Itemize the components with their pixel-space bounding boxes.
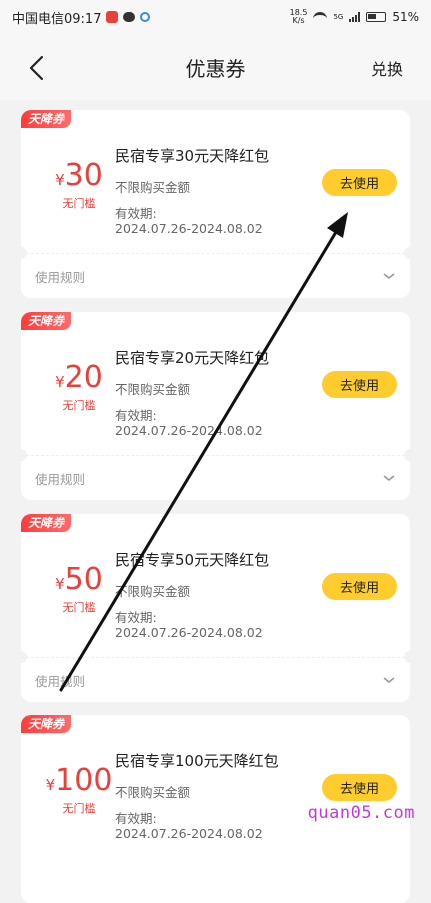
coupon-tag: 天降券 bbox=[21, 715, 72, 733]
coupon-main: 天降券 ¥50 无门槛 民宿专享50元天降红包 不限购买金额 有效期: 2024… bbox=[21, 514, 410, 657]
coupon-card: 天降券 ¥50 无门槛 民宿专享50元天降红包 不限购买金额 有效期: 2024… bbox=[21, 514, 410, 702]
usage-rules-toggle[interactable]: 使用规则 bbox=[21, 660, 410, 700]
amount-value: 100 bbox=[55, 763, 113, 798]
coupon-condition: 不限购买金额 bbox=[115, 382, 191, 397]
coupon-main: 天降券 ¥100 无门槛 民宿专享100元天降红包 不限购买金额 有效期: 20… bbox=[21, 715, 410, 858]
coupon-title: 民宿专享50元天降红包 bbox=[115, 551, 270, 569]
battery-icon bbox=[366, 12, 387, 22]
valid-label: 有效期: bbox=[115, 408, 157, 423]
usage-rules-toggle[interactable]: 使用规则 bbox=[21, 256, 410, 296]
usage-rules-label: 使用规则 bbox=[35, 471, 86, 487]
status-left: 中国电信09:17 bbox=[12, 8, 151, 27]
currency-symbol: ¥ bbox=[55, 171, 65, 189]
coupon-title: 民宿专享100元天降红包 bbox=[115, 752, 279, 770]
coupon-main: 天降券 ¥20 无门槛 民宿专享20元天降红包 不限购买金额 有效期: 2024… bbox=[21, 312, 410, 455]
card-divider bbox=[21, 657, 410, 658]
coupon-main: 天降券 ¥30 无门槛 民宿专享30元天降红包 不限购买金额 有效期: 2024… bbox=[21, 110, 410, 253]
chat-notification-icon bbox=[123, 12, 136, 22]
currency-symbol: ¥ bbox=[55, 575, 65, 593]
amount-value: 50 bbox=[64, 562, 103, 597]
usage-rules-label: 使用规则 bbox=[35, 269, 86, 285]
coupon-tag: 天降券 bbox=[21, 514, 72, 532]
usage-rules-label: 使用规则 bbox=[35, 673, 86, 689]
coupon-card: 天降券 ¥20 无门槛 民宿专享20元天降红包 不限购买金额 有效期: 2024… bbox=[21, 312, 410, 500]
watermark: quan05.com bbox=[307, 803, 415, 823]
use-coupon-button[interactable]: 去使用 bbox=[322, 371, 397, 398]
carrier-time: 中国电信09:17 bbox=[12, 11, 102, 27]
network-gen: 5G bbox=[333, 13, 344, 21]
currency-symbol: ¥ bbox=[45, 776, 56, 794]
valid-label: 有效期: bbox=[115, 811, 157, 826]
coupon-condition: 不限购买金额 bbox=[115, 785, 191, 800]
valid-label: 有效期: bbox=[115, 610, 157, 625]
valid-range: 2024.07.26-2024.08.02 bbox=[115, 221, 263, 236]
valid-range: 2024.07.26-2024.08.02 bbox=[115, 826, 263, 841]
coupon-tag: 天降券 bbox=[21, 110, 72, 128]
battery-level: 51% bbox=[392, 10, 419, 24]
page-title: 优惠券 bbox=[185, 56, 246, 81]
network-speed: 18.5 K/s bbox=[290, 9, 308, 25]
valid-range: 2024.07.26-2024.08.02 bbox=[115, 423, 263, 438]
valid-label: 有效期: bbox=[115, 206, 157, 221]
status-bar: 中国电信09:17 18.5 K/s 5G 51% bbox=[0, 0, 431, 34]
card-divider bbox=[21, 455, 410, 456]
chevron-down-icon bbox=[383, 475, 395, 482]
chevron-down-icon bbox=[383, 677, 395, 684]
coupon-title: 民宿专享20元天降红包 bbox=[115, 349, 270, 367]
app-notification-icon bbox=[106, 11, 119, 23]
use-coupon-button[interactable]: 去使用 bbox=[322, 169, 397, 196]
coupon-card: 天降券 ¥30 无门槛 民宿专享30元天降红包 不限购买金额 有效期: 2024… bbox=[21, 110, 410, 298]
chevron-down-icon bbox=[383, 273, 395, 280]
wifi-icon bbox=[313, 12, 328, 22]
valid-range: 2024.07.26-2024.08.02 bbox=[115, 625, 263, 640]
amount-value: 20 bbox=[64, 360, 103, 395]
nav-bar: 优惠券 兑换 bbox=[0, 34, 431, 100]
sync-notification-icon bbox=[140, 12, 151, 22]
redeem-button[interactable]: 兑换 bbox=[371, 56, 403, 80]
currency-symbol: ¥ bbox=[55, 373, 65, 391]
use-coupon-button[interactable]: 去使用 bbox=[322, 573, 397, 600]
network-speed-unit: K/s bbox=[292, 16, 305, 25]
card-divider bbox=[21, 253, 410, 254]
coupon-condition: 不限购买金额 bbox=[115, 584, 191, 599]
coupon-tag: 天降券 bbox=[21, 312, 72, 330]
status-right: 18.5 K/s 5G 51% bbox=[290, 9, 419, 25]
amount-value: 30 bbox=[64, 158, 103, 193]
back-button[interactable] bbox=[26, 54, 50, 82]
signal-icon bbox=[349, 12, 361, 22]
coupon-title: 民宿专享30元天降红包 bbox=[115, 147, 270, 165]
usage-rules-toggle[interactable]: 使用规则 bbox=[21, 458, 410, 498]
coupon-condition: 不限购买金额 bbox=[115, 180, 191, 195]
back-arrow-icon bbox=[29, 55, 44, 81]
use-coupon-button[interactable]: 去使用 bbox=[322, 774, 397, 801]
